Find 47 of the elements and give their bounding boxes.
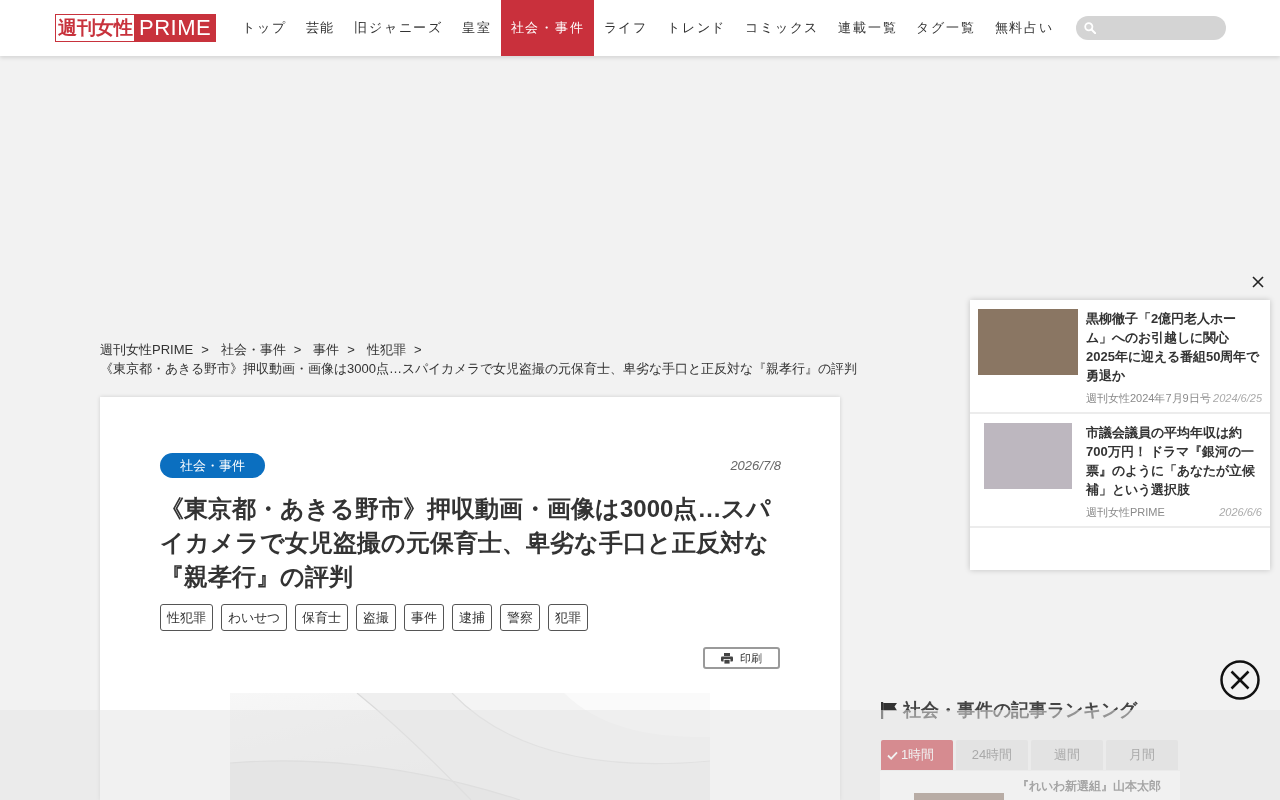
ranking-heading: 社会・事件の記事ランキング bbox=[903, 699, 1137, 722]
tag-link[interactable]: 事件 bbox=[404, 604, 444, 631]
recommend-article-link[interactable]: 黒柳徹子「2億円老人ホーム」へのお引越しに関心 2025年に迎える番組50周年で勇退か bbox=[1086, 309, 1261, 385]
nav-item[interactable]: タグ一覧 bbox=[906, 0, 985, 56]
nav-item[interactable]: 社会・事件 bbox=[500, 0, 594, 56]
tag-link[interactable]: 保育士 bbox=[295, 604, 348, 631]
close-icon[interactable] bbox=[1252, 276, 1264, 288]
article-date: 2026/7/8 bbox=[730, 458, 781, 473]
tag-link[interactable]: 警察 bbox=[500, 604, 540, 631]
nav-item[interactable]: 無料占い bbox=[984, 0, 1063, 56]
check-icon bbox=[887, 750, 898, 760]
breadcrumb-separator: > bbox=[413, 341, 422, 359]
close-icon[interactable] bbox=[1220, 660, 1260, 700]
breadcrumb-link[interactable]: 週刊女性PRIME bbox=[100, 340, 194, 359]
tag-link[interactable]: 犯罪 bbox=[548, 604, 588, 631]
site-logo[interactable]: 週刊女性 PRIME bbox=[55, 14, 217, 42]
recommend-article-link[interactable]: 市議会議員の平均年収は約700万円！ ドラマ『銀河の一票』のように「あなたが立候補」という選択肢 bbox=[1086, 423, 1261, 499]
nav-item[interactable]: 旧ジャニーズ bbox=[344, 0, 452, 56]
breadcrumb-separator: > bbox=[347, 341, 355, 359]
tag-link[interactable]: 性犯罪 bbox=[160, 604, 213, 631]
breadcrumb-separator: > bbox=[201, 341, 209, 359]
print-button[interactable]: 印刷 bbox=[703, 647, 780, 669]
source-label: 週刊女性PRIME bbox=[1086, 505, 1165, 520]
tag-link[interactable]: 逮捕 bbox=[452, 604, 492, 631]
publish-date: 2026/6/6 bbox=[1219, 505, 1262, 520]
article-title: 《東京都・あきる野市》押収動画・画像は3000点…スパイカメラで女児盗撮の元保育士、卑劣な手口と正反対な『親孝行』の評判 bbox=[160, 494, 773, 592]
nav-item[interactable]: コミックス bbox=[735, 0, 829, 56]
category-tag[interactable]: 社会・事件 bbox=[160, 453, 265, 478]
flag-icon bbox=[880, 701, 898, 719]
tag-link[interactable]: 盗撮 bbox=[356, 604, 396, 631]
breadcrumb-current: 《東京都・あきる野市》押収動画・画像は3000点…スパイカメラで女児盗撮の元保育士、卑劣な手口と正反対な『親孝行』の評判 bbox=[100, 360, 857, 378]
source-label: 週刊女性2024年7月9日号 bbox=[1086, 391, 1211, 406]
nav-item[interactable]: 連載一覧 bbox=[828, 0, 907, 56]
breadcrumb-link[interactable]: 性犯罪 bbox=[366, 340, 406, 359]
breadcrumb-link[interactable]: 事件 bbox=[313, 340, 340, 359]
nav-item[interactable]: ライフ bbox=[593, 0, 658, 56]
nav-item[interactable]: トップ bbox=[232, 0, 296, 56]
nav-item[interactable]: 芸能 bbox=[295, 0, 345, 56]
breadcrumb-link[interactable]: 社会・事件 bbox=[220, 340, 286, 359]
nav-item[interactable]: 皇室 bbox=[452, 0, 501, 56]
publish-date: 2024/6/25 bbox=[1213, 391, 1262, 406]
breadcrumb-separator: > bbox=[293, 341, 302, 359]
nav-item[interactable]: トレンド bbox=[657, 0, 736, 56]
search-field[interactable] bbox=[1075, 16, 1226, 40]
tag-link[interactable]: わいせつ bbox=[221, 604, 287, 631]
printer-icon bbox=[721, 652, 733, 664]
search-icon bbox=[1083, 22, 1096, 34]
